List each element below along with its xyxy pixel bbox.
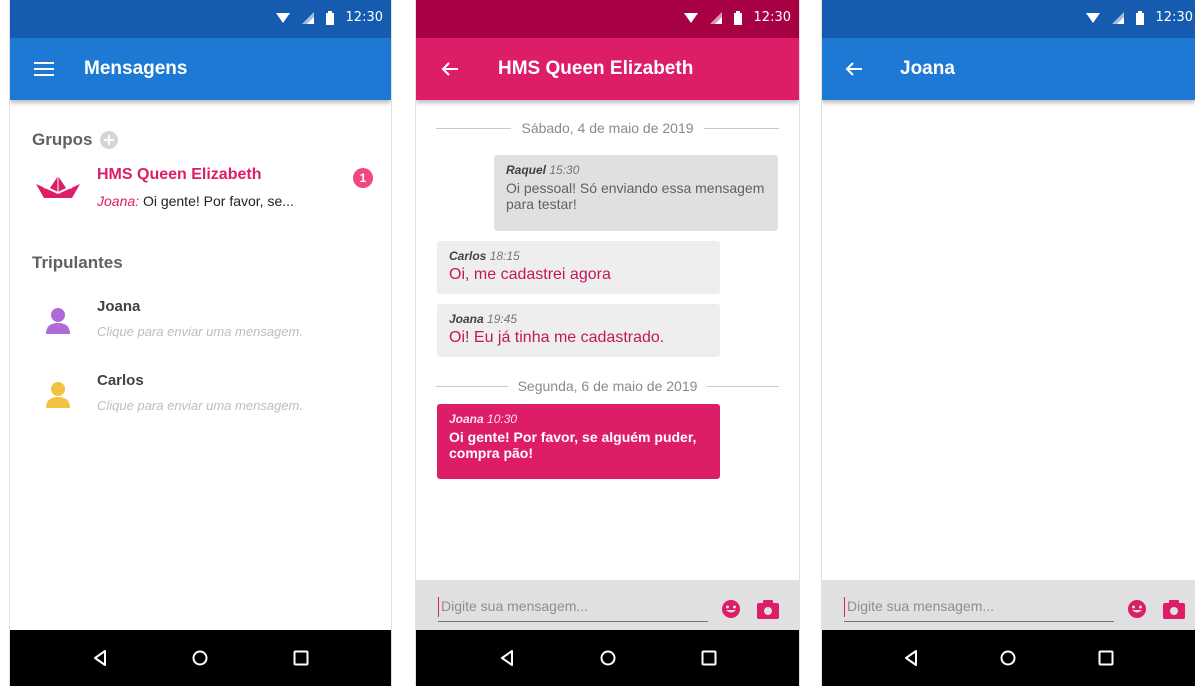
message-bubble[interactable]: Raquel 15:30 Oi pessoal! Só enviando ess… [494,155,778,231]
back-nav-icon[interactable] [886,638,936,678]
message-author: Joana [449,312,484,326]
message-text: Oi gente! Por favor, se alguém puder, co… [449,429,697,461]
home-nav-icon[interactable] [583,638,633,678]
contact-hint: Clique para enviar uma mensagem. [97,398,303,413]
home-nav-icon[interactable] [175,638,225,678]
message-bubble[interactable]: Joana 10:30 Oi gente! Por favor, se algu… [437,404,720,479]
system-nav-bar [10,630,391,686]
message-text: Oi pessoal! Só enviando essa mensagem pa… [506,180,765,212]
page-title: Joana [900,58,955,79]
date-separator: Segunda, 6 de maio de 2019 [436,376,779,396]
signal-icon [709,11,722,24]
clock: 12:30 [1155,10,1193,25]
back-nav-icon[interactable] [75,638,125,678]
emoji-icon[interactable] [1127,599,1147,619]
message-author: Raquel [506,163,547,177]
unread-badge: 1 [353,168,373,188]
recents-nav-icon[interactable] [276,638,326,678]
recents-nav-icon[interactable] [1081,638,1131,678]
group-item[interactable]: HMS Queen Elizabeth Joana: Oi gente! Por… [10,158,391,218]
clock: 12:30 [753,10,791,25]
page-title: HMS Queen Elizabeth [498,58,694,79]
camera-icon[interactable] [757,599,779,619]
battery-icon [325,10,334,25]
wifi-icon [683,12,698,23]
message-composer: Digite sua mensagem... [416,580,799,630]
menu-icon[interactable] [10,38,78,100]
back-nav-icon[interactable] [482,638,532,678]
person-avatar-icon [46,382,70,408]
message-input[interactable]: Digite sua mensagem... [844,594,1114,622]
message-text: Oi! Eu já tinha me cadastrado. [449,329,665,346]
message-meta: Joana 10:30 [449,412,708,426]
date-label: Sábado, 4 de maio de 2019 [521,120,694,136]
wifi-icon [1085,12,1100,23]
message-bubble[interactable]: Carlos 18:15 Oi, me cadastrei agora [437,241,720,294]
message-composer: Digite sua mensagem... [822,580,1195,630]
message-list[interactable] [822,100,1195,580]
messages-screen: 12:30 Mensagens Grupos HMS Queen Elizabe… [9,0,392,686]
group-chat-screen: 12:30 HMS Queen Elizabeth Sábado, 4 de m… [415,0,800,686]
system-nav-bar [822,630,1195,686]
message-list[interactable]: Sábado, 4 de maio de 2019 Raquel 15:30 O… [416,100,799,580]
signal-icon [301,11,314,24]
message-text: Oi, me cadastrei agora [449,266,611,283]
contact-name: Joana [97,298,141,315]
date-separator: Sábado, 4 de maio de 2019 [436,118,779,138]
message-time: 19:45 [487,312,518,326]
app-bar: Mensagens [10,38,391,100]
last-message-sender: Joana: [97,193,140,209]
message-bubble[interactable]: Joana 19:45 Oi! Eu já tinha me cadastrad… [437,304,720,357]
contact-hint: Clique para enviar uma mensagem. [97,324,303,339]
person-avatar-icon [46,308,70,334]
paper-boat-icon [36,176,80,198]
group-last-message: Joana: Oi gente! Por favor, se... [97,193,294,209]
status-bar: 12:30 [10,0,391,38]
contact-item-carlos[interactable]: Carlos Clique para enviar uma mensagem. [10,370,391,434]
recents-nav-icon[interactable] [684,638,734,678]
message-author: Carlos [449,249,487,263]
wifi-icon [275,12,290,23]
status-bar: 12:30 [416,0,799,38]
clock: 12:30 [345,10,383,25]
emoji-icon[interactable] [721,599,741,619]
groups-header: Grupos [32,130,119,150]
page-title: Mensagens [84,58,188,79]
date-label: Segunda, 6 de maio de 2019 [517,378,698,394]
back-arrow-icon[interactable] [822,38,886,100]
message-time: 15:30 [549,163,580,177]
message-meta: Carlos 18:15 [449,249,708,263]
app-bar: HMS Queen Elizabeth [416,38,799,100]
app-bar: Joana [822,38,1195,100]
battery-icon [733,10,742,25]
home-nav-icon[interactable] [983,638,1033,678]
camera-icon[interactable] [1163,599,1185,619]
signal-icon [1111,11,1124,24]
direct-chat-screen: 12:30 Joana Digite sua mensagem... [821,0,1195,686]
status-bar: 12:30 [822,0,1195,38]
message-time: 18:15 [489,249,520,263]
crew-header: Tripulantes [32,253,123,273]
battery-icon [1135,10,1144,25]
groups-label: Grupos [32,130,93,149]
contact-item-joana[interactable]: Joana Clique para enviar uma mensagem. [10,296,391,360]
last-message-preview: Oi gente! Por favor, se... [142,193,294,209]
add-group-icon[interactable] [100,131,119,149]
message-meta: Joana 19:45 [449,312,708,326]
crew-label: Tripulantes [32,253,123,272]
back-arrow-icon[interactable] [416,38,484,100]
group-name: HMS Queen Elizabeth [97,166,262,183]
message-time: 10:30 [487,412,518,426]
message-input[interactable]: Digite sua mensagem... [438,594,708,622]
system-nav-bar [416,630,799,686]
message-author: Joana [449,412,484,426]
message-meta: Raquel 15:30 [506,163,766,177]
contact-name: Carlos [97,372,144,389]
